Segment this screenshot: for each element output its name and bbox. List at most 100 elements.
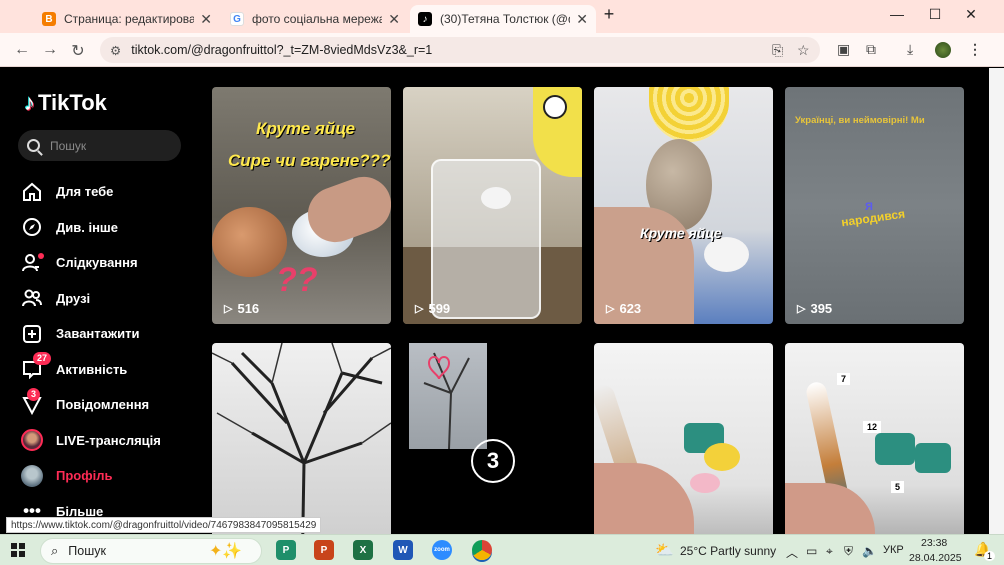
- video-card[interactable]: [594, 343, 773, 534]
- tree-photo: [409, 343, 487, 450]
- tab-blogger[interactable]: B Страница: редактирование ✕: [34, 5, 220, 33]
- browser-toolbar: ← → ↻ ⚙ tiktok.com/@dragonfruittol?_t=ZM…: [0, 33, 1004, 67]
- battery-icon[interactable]: ▭: [806, 544, 817, 558]
- inbox-icon: 27: [21, 352, 52, 380]
- profile-avatar-icon: [21, 464, 43, 487]
- notification-dot: [38, 252, 44, 259]
- following-icon: [21, 252, 44, 274]
- craft-figure: [690, 473, 720, 493]
- volume-icon[interactable]: 🔈: [862, 544, 877, 558]
- extension-icon[interactable]: ▣: [837, 41, 850, 58]
- blogger-icon: B: [42, 12, 56, 26]
- video-card[interactable]: 7 12 5: [785, 343, 964, 534]
- chrome-icon[interactable]: [472, 540, 492, 560]
- play-icon: ▷: [606, 303, 615, 315]
- play-icon: ▷: [415, 303, 424, 315]
- view-count: ▷ 623: [606, 301, 642, 316]
- publisher-icon[interactable]: P: [276, 540, 296, 560]
- network-icon[interactable]: ⌖: [826, 544, 833, 559]
- notification-badge: 1: [984, 551, 996, 561]
- search-input[interactable]: Пошук: [18, 130, 181, 161]
- tiktok-icon: ♪: [418, 12, 432, 26]
- zoom-icon[interactable]: zoom: [432, 540, 452, 560]
- video-card[interactable]: ▷ 599: [403, 87, 582, 324]
- back-icon[interactable]: ←: [12, 41, 32, 59]
- reload-icon[interactable]: ↻: [68, 41, 88, 61]
- menu-dots-icon[interactable]: ⋮: [968, 41, 982, 58]
- video-card[interactable]: 3: [403, 343, 582, 534]
- clock-time[interactable]: 23:38: [921, 537, 947, 549]
- tiktok-logo[interactable]: ♪ TikTok: [24, 90, 107, 116]
- tab-tiktok[interactable]: ♪ (30)Тетяна Толстюк (@dragonf ✕: [410, 5, 596, 33]
- video-card[interactable]: [212, 343, 391, 534]
- tray-chevron-icon[interactable]: ︿: [786, 544, 798, 561]
- view-count: ▷ 516: [224, 301, 260, 316]
- video-card[interactable]: Круте яйце Сире чи варене??? ?? ▷ 516: [212, 87, 391, 324]
- minimize-icon[interactable]: —: [882, 6, 912, 22]
- craft-figure: [875, 433, 915, 465]
- forward-icon[interactable]: →: [40, 41, 60, 59]
- close-tab-icon[interactable]: ✕: [576, 11, 588, 28]
- url-text: tiktok.com/@dragonfruittol?_t=ZM-8viedMd…: [131, 43, 433, 57]
- word-icon[interactable]: W: [393, 540, 413, 560]
- play-icon: ▷: [224, 303, 233, 315]
- sidebar-item-profile[interactable]: Профіль: [21, 458, 161, 494]
- friends-icon: [21, 287, 43, 309]
- close-tab-icon[interactable]: ✕: [200, 11, 212, 28]
- site-settings-icon[interactable]: ⚙: [110, 43, 121, 58]
- weather-text[interactable]: 25°C Partly sunny: [680, 544, 776, 558]
- profile-avatar[interactable]: [935, 42, 951, 58]
- weather-icon: ⛅: [655, 542, 674, 559]
- sidebar-item-live[interactable]: LIVE-трансляція: [21, 423, 161, 459]
- play-icon: ▷: [797, 303, 806, 315]
- maximize-icon[interactable]: ☐: [920, 6, 950, 23]
- search-icon: [27, 139, 40, 152]
- sidebar-item-explore[interactable]: Див. інше: [21, 210, 161, 246]
- video-card[interactable]: Українці, ви неймовірні! Ми Я народився …: [785, 87, 964, 324]
- browser-tab-strip: B Страница: редактирование ✕ G фото соці…: [0, 0, 1004, 33]
- page-scrollbar[interactable]: [989, 68, 1004, 534]
- messages-badge: 3: [27, 387, 41, 401]
- bookmark-star-icon[interactable]: ☆: [797, 42, 810, 59]
- upload-icon: [21, 323, 43, 345]
- sidebar-item-messages[interactable]: 3 Повідомлення: [21, 387, 161, 423]
- view-count: ▷ 395: [797, 301, 833, 316]
- close-tab-icon[interactable]: ✕: [388, 11, 400, 28]
- windows-taskbar: ⌕ Пошук ✦✨ P P X W zoom ⛅ 25°C Partly su…: [0, 534, 1004, 565]
- copilot-sparkle-icon: ✦✨: [209, 543, 243, 560]
- compass-icon: [21, 216, 43, 238]
- craft-figure: [704, 443, 740, 471]
- search-icon: ⌕: [51, 543, 59, 558]
- activity-badge: 27: [33, 352, 52, 366]
- sidebar-item-following[interactable]: Слідкування: [21, 245, 161, 281]
- video-card[interactable]: Круте яйце ▷ 623: [594, 87, 773, 324]
- install-app-icon[interactable]: ⎘: [772, 42, 783, 59]
- egg-shape: [481, 187, 511, 209]
- clock-date[interactable]: 28.04.2025: [909, 552, 962, 564]
- security-icon[interactable]: ⛨: [844, 544, 853, 559]
- sidebar-item-for-you[interactable]: Для тебе: [21, 174, 161, 210]
- taskbar-search[interactable]: ⌕ Пошук ✦✨: [40, 538, 262, 564]
- view-count: ▷ 599: [415, 301, 451, 316]
- powerpoint-icon[interactable]: P: [314, 540, 334, 560]
- sidebar-item-upload[interactable]: Завантажити: [21, 316, 161, 352]
- excel-icon[interactable]: X: [353, 540, 373, 560]
- language-indicator[interactable]: УКР: [883, 544, 904, 556]
- tree-branches: [212, 343, 391, 534]
- hand-shape: [594, 463, 694, 534]
- glass-shape: [431, 159, 541, 319]
- sidebar-item-activity[interactable]: 27 Активність: [21, 352, 161, 388]
- tiktok-page: ♪ TikTok Пошук Для тебе Див. інше Слідку…: [6, 68, 989, 534]
- home-icon: [21, 181, 43, 203]
- close-window-icon[interactable]: ✕: [956, 6, 986, 23]
- tab-google[interactable]: G фото соціальна мережа тікток ✕: [222, 5, 408, 33]
- puzzle-icon[interactable]: ⧉: [866, 41, 876, 58]
- download-icon[interactable]: ⤓: [907, 41, 913, 58]
- countdown-circle: 3: [471, 439, 515, 483]
- start-icon[interactable]: [11, 543, 25, 557]
- sidebar-item-friends[interactable]: Друзі: [21, 281, 161, 317]
- address-bar[interactable]: ⚙ tiktok.com/@dragonfruittol?_t=ZM-8vied…: [100, 37, 820, 63]
- new-tab-button[interactable]: +: [594, 4, 624, 25]
- live-avatar-icon: [21, 429, 43, 452]
- egg-shape: [704, 237, 749, 272]
